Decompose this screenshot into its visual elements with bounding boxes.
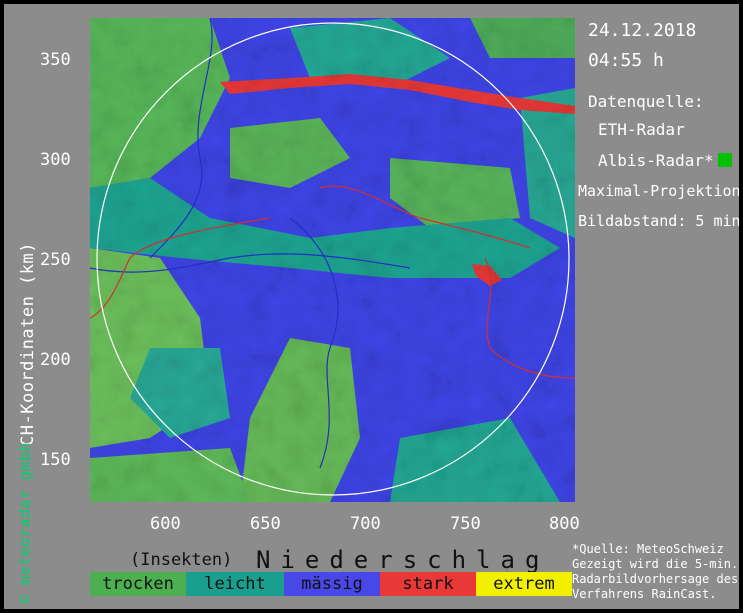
x-tick-label: 800	[549, 514, 580, 534]
radar2-marker	[718, 153, 732, 167]
y-tick-label: 300	[40, 150, 71, 170]
x-tick-label: 600	[150, 514, 181, 534]
projection-label: Maximal-Projektion	[578, 182, 739, 200]
legend-item-leicht: leicht	[186, 572, 284, 596]
legend-item-extrem: extrem	[476, 572, 572, 596]
insect-label: (Insekten)	[130, 550, 233, 570]
radar-window: 350 300 250 200 150 600 650 700 750 800 …	[4, 4, 739, 609]
legend-title: Niederschlag	[256, 546, 550, 574]
footnote-line: Gezeigt wird die 5-min.	[572, 557, 739, 571]
x-tick-label: 700	[350, 514, 381, 534]
date-label: 24.12.2018	[588, 20, 697, 41]
footnote-line: Radarbildvorhersage des	[572, 572, 739, 586]
source-label: Datenquelle:	[588, 92, 704, 111]
radar2-label: Albis-Radar*	[598, 151, 714, 170]
radar-map	[90, 18, 575, 502]
y-tick-label: 150	[40, 450, 71, 470]
x-tick-label: 750	[450, 514, 481, 534]
legend-item-stark: stark	[380, 572, 476, 596]
footnote-line: Verfahrens RainCast.	[572, 587, 717, 601]
x-tick-label: 650	[250, 514, 281, 534]
legend-item-trocken: trocken	[90, 572, 186, 596]
time-label: 04:55 h	[588, 50, 664, 71]
footnote-line: *Quelle: MeteoSchweiz	[572, 542, 724, 556]
interval-label: Bildabstand: 5 min	[578, 212, 739, 230]
y-tick-label: 200	[40, 350, 71, 370]
radar1-label: ETH-Radar	[598, 120, 685, 139]
legend-item-massig: mässig	[284, 572, 380, 596]
credit-label: © meteoradar gmbh	[16, 441, 34, 604]
y-tick-label: 350	[40, 50, 71, 70]
y-tick-label: 250	[40, 250, 71, 270]
